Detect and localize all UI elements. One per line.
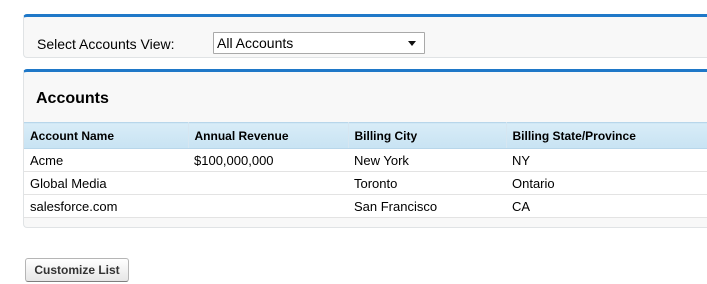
selected-view-value: All Accounts: [217, 35, 294, 51]
annual-revenue-cell: [188, 194, 348, 218]
view-filter-panel: Select Accounts View: All Accounts: [23, 14, 707, 58]
annual-revenue-cell: $100,000,000: [188, 148, 348, 172]
column-header-annual-revenue[interactable]: Annual Revenue: [188, 122, 349, 149]
table-row: Acme $100,000,000 New York NY: [24, 148, 707, 172]
account-name-cell[interactable]: salesforce.com: [24, 194, 188, 218]
account-name-cell[interactable]: Global Media: [24, 171, 188, 195]
table-header-row: Account Name Annual Revenue Billing City…: [24, 122, 707, 149]
chevron-down-icon: [408, 41, 416, 46]
billing-city-cell: Toronto: [348, 171, 506, 195]
accounts-panel: Accounts Account Name Annual Revenue Bil…: [23, 69, 707, 228]
view-filter-label: Select Accounts View:: [37, 36, 175, 52]
table-row: salesforce.com San Francisco CA: [24, 194, 707, 218]
column-header-billing-city[interactable]: Billing City: [348, 122, 507, 149]
billing-state-cell: Ontario: [506, 171, 707, 195]
annual-revenue-cell: [188, 171, 348, 195]
billing-city-cell: San Francisco: [348, 194, 506, 218]
account-name-cell[interactable]: Acme: [24, 148, 188, 172]
customize-list-button[interactable]: Customize List: [25, 258, 129, 282]
billing-city-cell: New York: [348, 148, 506, 172]
billing-state-cell: CA: [506, 194, 707, 218]
billing-state-cell: NY: [506, 148, 707, 172]
accounts-view-select[interactable]: All Accounts: [213, 32, 425, 54]
column-header-account-name[interactable]: Account Name: [24, 122, 189, 149]
accounts-table: Account Name Annual Revenue Billing City…: [24, 122, 707, 218]
column-header-billing-state[interactable]: Billing State/Province: [506, 122, 707, 149]
table-row: Global Media Toronto Ontario: [24, 171, 707, 195]
accounts-title: Accounts: [36, 90, 109, 107]
